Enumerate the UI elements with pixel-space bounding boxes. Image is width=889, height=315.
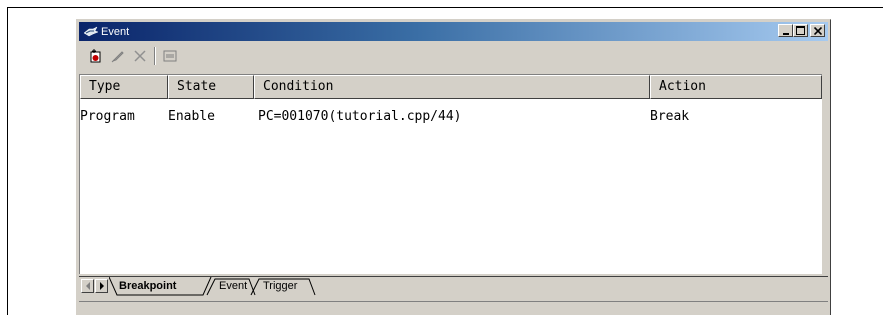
- column-header-state[interactable]: State: [168, 75, 254, 99]
- tab-strip: Breakpoint Event Trigger: [79, 276, 828, 297]
- table-row[interactable]: Program Enable PC=001070(tutorial.cpp/44…: [80, 109, 822, 124]
- page-frame-left: [7, 7, 8, 315]
- edit-button[interactable]: [107, 45, 129, 67]
- event-window-icon: [83, 25, 99, 39]
- arrow-left-icon: [85, 282, 90, 290]
- delete-button[interactable]: [129, 45, 151, 67]
- close-icon: [813, 26, 822, 35]
- window-title: Event: [101, 25, 130, 38]
- column-header-condition[interactable]: Condition: [254, 75, 650, 99]
- tab-breakpoint[interactable]: Breakpoint: [119, 278, 176, 295]
- cell-state: Enable: [168, 109, 215, 124]
- properties-icon: [163, 50, 177, 62]
- tab-event[interactable]: Event: [219, 278, 247, 295]
- toolbar: [79, 43, 828, 69]
- tab-scroll-right-button[interactable]: [95, 279, 108, 293]
- close-button[interactable]: [810, 24, 825, 37]
- tab-trigger[interactable]: Trigger: [263, 278, 297, 295]
- minimize-button[interactable]: [778, 24, 793, 37]
- toolbar-separator: [154, 47, 156, 65]
- column-header-action[interactable]: Action: [650, 75, 822, 99]
- cell-condition: PC=001070(tutorial.cpp/44): [258, 109, 462, 124]
- event-window: Event Type State Condition Action Progra…: [76, 19, 831, 315]
- maximize-icon: [796, 26, 805, 35]
- event-list[interactable]: Type State Condition Action Program Enab…: [79, 74, 822, 274]
- maximize-button[interactable]: [793, 24, 808, 37]
- window-bottom-edge: [79, 301, 828, 302]
- properties-button[interactable]: [159, 45, 181, 67]
- cell-action: Break: [650, 109, 690, 124]
- page-frame-top: [7, 7, 883, 8]
- minimize-icon: [782, 32, 789, 35]
- arrow-right-icon: [99, 282, 104, 290]
- edit-icon: [111, 51, 124, 63]
- list-header: Type State Condition Action: [80, 75, 822, 99]
- column-header-type[interactable]: Type: [80, 75, 168, 99]
- tab-scroll-left-button[interactable]: [81, 279, 94, 293]
- cell-type: Program: [80, 109, 135, 124]
- add-breakpoint-button[interactable]: [85, 45, 107, 67]
- title-bar[interactable]: Event: [79, 22, 828, 41]
- delete-icon: [134, 50, 146, 62]
- add-icon: [90, 49, 101, 63]
